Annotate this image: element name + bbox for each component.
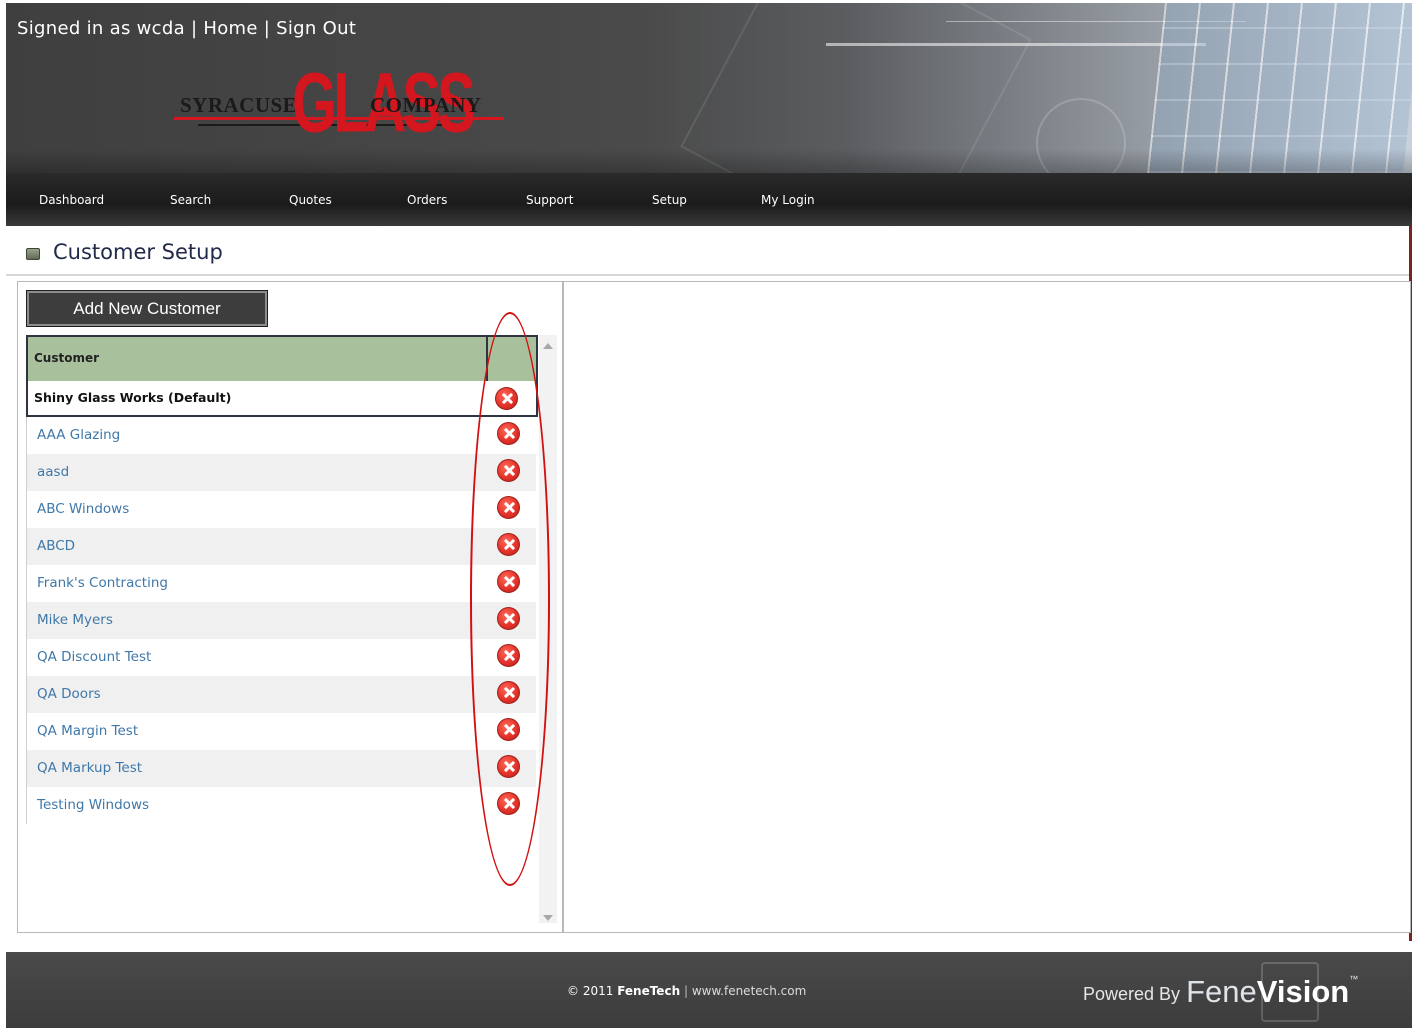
header-decoration bbox=[826, 43, 1206, 46]
delete-icon[interactable] bbox=[497, 718, 520, 741]
scroll-up-arrow-icon[interactable] bbox=[543, 343, 553, 349]
grid-header: Customer bbox=[26, 335, 538, 381]
footer: © 2011 FeneTech | www.fenetech.com Power… bbox=[6, 952, 1412, 1028]
nav-dashboard[interactable]: Dashboard bbox=[39, 193, 104, 207]
row-border bbox=[26, 528, 27, 565]
customer-link[interactable]: QA Markup Test bbox=[37, 760, 142, 776]
copyright-year: © 2011 bbox=[567, 984, 614, 998]
delete-icon[interactable] bbox=[497, 755, 520, 778]
trademark-symbol: ™ bbox=[1349, 974, 1359, 984]
customer-link[interactable]: AAA Glazing bbox=[37, 427, 120, 443]
table-row[interactable]: Mike Myers bbox=[26, 602, 536, 639]
home-link[interactable]: Home bbox=[203, 18, 257, 39]
nav-search[interactable]: Search bbox=[170, 193, 211, 207]
customer-link[interactable]: QA Discount Test bbox=[37, 649, 151, 665]
table-row[interactable]: aasd bbox=[26, 454, 536, 491]
fenevision-logo-vision: Vision bbox=[1256, 974, 1350, 1009]
vertical-scrollbar[interactable] bbox=[539, 335, 557, 923]
nav-support[interactable]: Support bbox=[526, 193, 573, 207]
sign-out-link[interactable]: Sign Out bbox=[276, 18, 356, 39]
nav-my-login[interactable]: My Login bbox=[761, 193, 815, 207]
table-row[interactable]: QA Markup Test bbox=[26, 750, 536, 787]
row-border bbox=[26, 602, 27, 639]
row-border bbox=[26, 676, 27, 713]
company-logo: SYRACUSE GLASS COMPANY bbox=[174, 57, 504, 157]
header-decoration bbox=[680, 3, 1032, 173]
customer-link[interactable]: aasd bbox=[37, 464, 69, 480]
table-row[interactable]: ABCD bbox=[26, 528, 536, 565]
add-new-customer-button[interactable]: Add New Customer bbox=[26, 290, 268, 327]
row-border bbox=[26, 750, 27, 787]
default-customer-name: Shiny Glass Works (Default) bbox=[34, 390, 232, 405]
row-border bbox=[26, 491, 27, 528]
customer-link[interactable]: Testing Windows bbox=[37, 797, 149, 813]
customer-link[interactable]: Frank's Contracting bbox=[37, 575, 168, 591]
delete-icon[interactable] bbox=[495, 387, 518, 410]
delete-icon[interactable] bbox=[497, 607, 520, 630]
row-border bbox=[26, 417, 27, 454]
delete-icon[interactable] bbox=[497, 533, 520, 556]
nav-setup[interactable]: Setup bbox=[652, 193, 687, 207]
customer-grid: Customer Shiny Glass Works (Default) AAA… bbox=[26, 335, 538, 923]
footer-separator: | bbox=[683, 984, 688, 998]
scroll-down-arrow-icon[interactable] bbox=[543, 915, 553, 921]
logo-text-right: COMPANY bbox=[370, 93, 482, 117]
customer-link[interactable]: ABCD bbox=[37, 538, 75, 554]
fenevision-logo-fene: Fene bbox=[1186, 974, 1257, 1009]
default-customer-row[interactable]: Shiny Glass Works (Default) bbox=[26, 381, 538, 417]
table-row[interactable]: AAA Glazing bbox=[26, 417, 536, 454]
page-title: Customer Setup bbox=[53, 240, 223, 264]
table-row[interactable]: ABC Windows bbox=[26, 491, 536, 528]
customer-list-panel: Add New Customer Customer Shiny Glass Wo… bbox=[17, 281, 563, 933]
signed-in-label: Signed in as wcda bbox=[17, 18, 185, 39]
title-divider bbox=[6, 274, 1409, 276]
main-nav: Dashboard Search Quotes Orders Support S… bbox=[6, 173, 1412, 226]
column-divider bbox=[486, 337, 488, 381]
customer-column-header[interactable]: Customer bbox=[34, 351, 99, 365]
title-box-icon bbox=[26, 248, 40, 260]
delete-icon[interactable] bbox=[497, 570, 520, 593]
delete-icon[interactable] bbox=[497, 644, 520, 667]
row-border bbox=[26, 565, 27, 602]
footer-brand: FeneTech bbox=[617, 984, 681, 998]
table-row[interactable]: QA Margin Test bbox=[26, 713, 536, 750]
customer-link[interactable]: ABC Windows bbox=[37, 501, 129, 517]
delete-icon[interactable] bbox=[497, 459, 520, 482]
customer-link[interactable]: QA Doors bbox=[37, 686, 101, 702]
table-row[interactable]: Frank's Contracting bbox=[26, 565, 536, 602]
footer-website-link[interactable]: www.fenetech.com bbox=[692, 984, 807, 998]
footer-copyright: © 2011 FeneTech | www.fenetech.com bbox=[567, 984, 806, 998]
nav-orders[interactable]: Orders bbox=[407, 193, 447, 207]
row-border bbox=[26, 713, 27, 750]
table-row[interactable]: QA Discount Test bbox=[26, 639, 536, 676]
table-row[interactable]: QA Doors bbox=[26, 676, 536, 713]
user-links: Signed in as wcda | Home | Sign Out bbox=[17, 18, 356, 39]
delete-icon[interactable] bbox=[497, 496, 520, 519]
delete-icon[interactable] bbox=[497, 681, 520, 704]
row-border bbox=[26, 639, 27, 676]
customer-detail-panel bbox=[563, 281, 1411, 933]
row-border bbox=[26, 787, 27, 824]
row-border bbox=[26, 454, 27, 491]
building-glass-image bbox=[1147, 3, 1412, 173]
separator: | bbox=[263, 18, 271, 39]
delete-icon[interactable] bbox=[497, 792, 520, 815]
customer-link[interactable]: Mike Myers bbox=[37, 612, 113, 628]
header-banner: Signed in as wcda | Home | Sign Out SYRA… bbox=[6, 3, 1412, 173]
logo-text-center: GLASS bbox=[292, 56, 476, 151]
delete-icon[interactable] bbox=[497, 422, 520, 445]
customer-link[interactable]: QA Margin Test bbox=[37, 723, 138, 739]
powered-by-label: Powered By bbox=[1083, 984, 1181, 1004]
nav-quotes[interactable]: Quotes bbox=[289, 193, 332, 207]
separator: | bbox=[190, 18, 198, 39]
table-row[interactable]: Testing Windows bbox=[26, 787, 536, 824]
powered-by-logo: Powered By FeneVision™ bbox=[1083, 974, 1358, 1010]
logo-text-left: SYRACUSE bbox=[180, 93, 298, 117]
